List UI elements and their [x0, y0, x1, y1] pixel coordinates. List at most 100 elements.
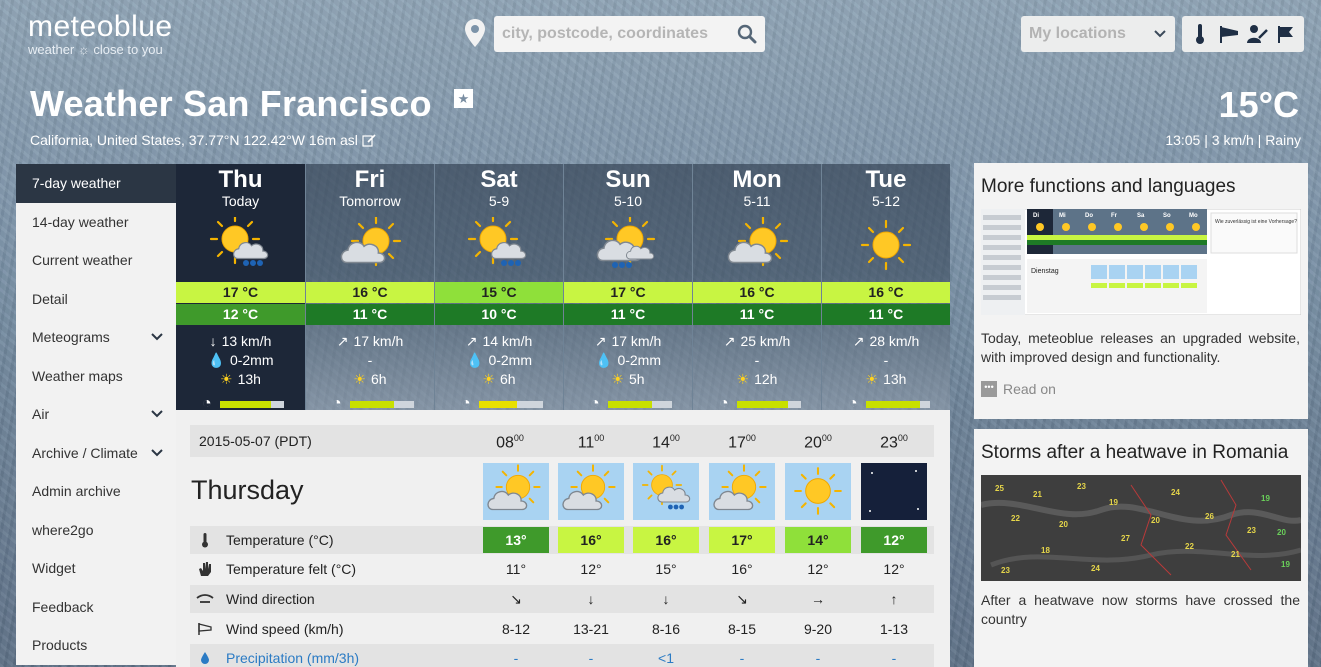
windsock-icon [193, 622, 217, 636]
raindrop-icon: 💧 [466, 352, 484, 368]
sun-hours-icon: ☀ [353, 371, 366, 387]
sidebar-item-label: 14-day weather [32, 213, 129, 230]
svg-text:26: 26 [1205, 512, 1214, 521]
sidebar-item-air[interactable]: Air [16, 395, 176, 434]
hour-label: 2000 [804, 433, 832, 452]
sidebar-item-feedback[interactable]: Feedback [16, 587, 176, 626]
location-pin-icon[interactable] [464, 18, 486, 48]
temperature-unit-button[interactable] [1187, 21, 1213, 47]
mini-day-label: Fr [1111, 213, 1118, 219]
news-card-storms[interactable]: Storms after a heatwave in Romania 25 21 … [974, 429, 1308, 667]
wind-unit-button[interactable] [1216, 21, 1242, 47]
search-box[interactable] [494, 16, 765, 52]
sidebar-item-detail[interactable]: Detail [16, 279, 176, 318]
min-temp: 12 °C [176, 304, 305, 325]
cloud-sun-rain-icon [596, 217, 656, 268]
sidebar-item-widget[interactable]: Widget [16, 549, 176, 588]
svg-text:19: 19 [1261, 494, 1270, 503]
sun-cloud-icon [483, 463, 549, 520]
read-on-label: Read on [1003, 381, 1056, 397]
sun-cloud-rain-icon [467, 217, 527, 266]
day-name: Tue [865, 166, 907, 193]
predictability-bar [865, 400, 930, 408]
sidebar-item-label: Archive / Climate [32, 444, 138, 461]
day-column-tue[interactable]: Tue 5-12 16 °C 11 °C ↗ 28 km/h - ☀ 13h ◔ [821, 164, 950, 412]
sidebar-item-label: Current weather [32, 252, 133, 269]
sidebar-item-14-day-weather[interactable]: 14-day weather [16, 202, 176, 241]
felt-value: 12° [807, 561, 829, 577]
precipitation: - [367, 352, 373, 368]
sidebar-item-admin-archive[interactable]: Admin archive [16, 472, 176, 511]
cloud-sun-icon [727, 217, 789, 267]
raindrop-icon: 💧 [595, 352, 613, 368]
sidebar-item-label: where2go [32, 521, 94, 538]
my-locations-dropdown[interactable]: My locations [1021, 16, 1175, 52]
chevron-down-icon[interactable] [150, 448, 164, 458]
precip-value: - [815, 650, 821, 666]
min-temp: 11 °C [693, 304, 821, 325]
hand-icon [193, 561, 217, 577]
hourly-forecast-panel: 2015-05-07 (PDT) 0800 1100 1400 1700 200… [176, 410, 950, 667]
sidebar-item-7-day-weather[interactable]: 7-day weather [16, 164, 176, 203]
website-screenshot-image[interactable]: Di Mi Do Fr Sa So Mo Dienstag Wie zuverl… [981, 209, 1301, 315]
language-button[interactable] [1273, 21, 1299, 47]
sun-hours-icon: ☀ [865, 371, 879, 387]
sun-hours: 5h [628, 371, 645, 387]
search-input[interactable] [502, 25, 737, 43]
hour-label: 0800 [496, 433, 524, 452]
news-card-functions[interactable]: More functions and languages Di Mi Do Fr… [974, 163, 1308, 419]
precipitation: - [754, 352, 760, 368]
wind-direction-row: Wind direction ↘ ↓ ↓ ↘ → ↑ [190, 585, 934, 613]
wind-direction-icon: ↗ [852, 333, 865, 349]
svg-text:21: 21 [1033, 490, 1042, 499]
day-name: Mon [732, 166, 782, 193]
precip-value: <1 [658, 650, 674, 666]
sidebar-item-label: Air [32, 406, 50, 423]
day-column-fri[interactable]: Fri Tomorrow 16 °C 11 °C ↗ 17 km/h - ☀ 6h … [305, 164, 434, 412]
temp-cell: 16° [558, 527, 624, 553]
day-column-sat[interactable]: Sat 5-9 15 °C 10 °C ↗ 14 km/h 💧 0-2mm ☀ 6h … [434, 164, 563, 412]
card-title[interactable]: Storms after a heatwave in Romania [981, 439, 1300, 467]
precip-value: - [739, 650, 745, 666]
user-settings-button[interactable] [1244, 21, 1270, 47]
predictability-bar [349, 400, 414, 408]
sidebar-item-where2go[interactable]: where2go [16, 510, 176, 549]
hour-label: 2300 [880, 433, 908, 452]
wind-direction-icon: ↓ [209, 333, 217, 349]
precipitation-row[interactable]: Precipitation (mm/3h) - - <1 - - - [190, 644, 934, 667]
chevron-down-icon[interactable] [150, 409, 164, 419]
sidebar-item-label: Meteograms [32, 329, 110, 346]
wind-direction-icon: ↗ [336, 333, 349, 349]
card-title[interactable]: More functions and languages [981, 173, 1300, 201]
edit-icon[interactable] [362, 133, 376, 147]
storm-map-image[interactable]: 25 21 23 19 22 20 24 26 18 27 22 24 20 21 23 19 2… [981, 475, 1301, 581]
day-column-thu[interactable]: Thu Today 17 °C 12 °C ↓ 13 km/h 💧 0-2mm ☀ 1… [176, 164, 305, 420]
logo[interactable]: meteoblue weather ☼ close to you [28, 12, 173, 57]
temp-cell: 12° [861, 527, 927, 553]
sidebar-item-current-weather[interactable]: Current weather [16, 241, 176, 280]
svg-text:27: 27 [1121, 534, 1130, 543]
hour-label: 1100 [577, 433, 605, 452]
hourly-day-name: Thursday [191, 475, 304, 505]
svg-text:23: 23 [1077, 482, 1086, 491]
sidebar-item-archive-climate[interactable]: Archive / Climate [16, 433, 176, 472]
favorite-star-icon[interactable]: ★ [454, 89, 473, 108]
temp-cell: 17° [709, 527, 775, 553]
felt-value: 11° [505, 561, 527, 577]
day-date: 5-9 [488, 193, 510, 209]
sidebar-item-products[interactable]: Products [16, 626, 176, 665]
day-name: Sat [480, 166, 518, 193]
day-column-mon[interactable]: Mon 5-11 16 °C 11 °C ↗ 25 km/h - ☀ 12h ◔ [692, 164, 821, 412]
svg-text:22: 22 [1011, 514, 1020, 523]
day-column-sun[interactable]: Sun 5-10 17 °C 11 °C ↗ 17 km/h 💧 0-2mm ☀ 5h… [563, 164, 692, 412]
felt-value: 15° [655, 561, 677, 577]
sidebar-item-weather-maps[interactable]: Weather maps [16, 356, 176, 395]
read-on-link[interactable]: ••• Read on [981, 381, 1300, 397]
sidebar-item-meteograms[interactable]: Meteograms [16, 318, 176, 357]
wind-speed: 28 km/h [869, 333, 920, 349]
chevron-down-icon[interactable] [150, 332, 164, 342]
wind-speed-value: 8-15 [727, 621, 757, 637]
svg-text:19: 19 [1109, 498, 1118, 507]
precip-value: - [588, 650, 594, 666]
search-icon[interactable] [737, 24, 757, 44]
